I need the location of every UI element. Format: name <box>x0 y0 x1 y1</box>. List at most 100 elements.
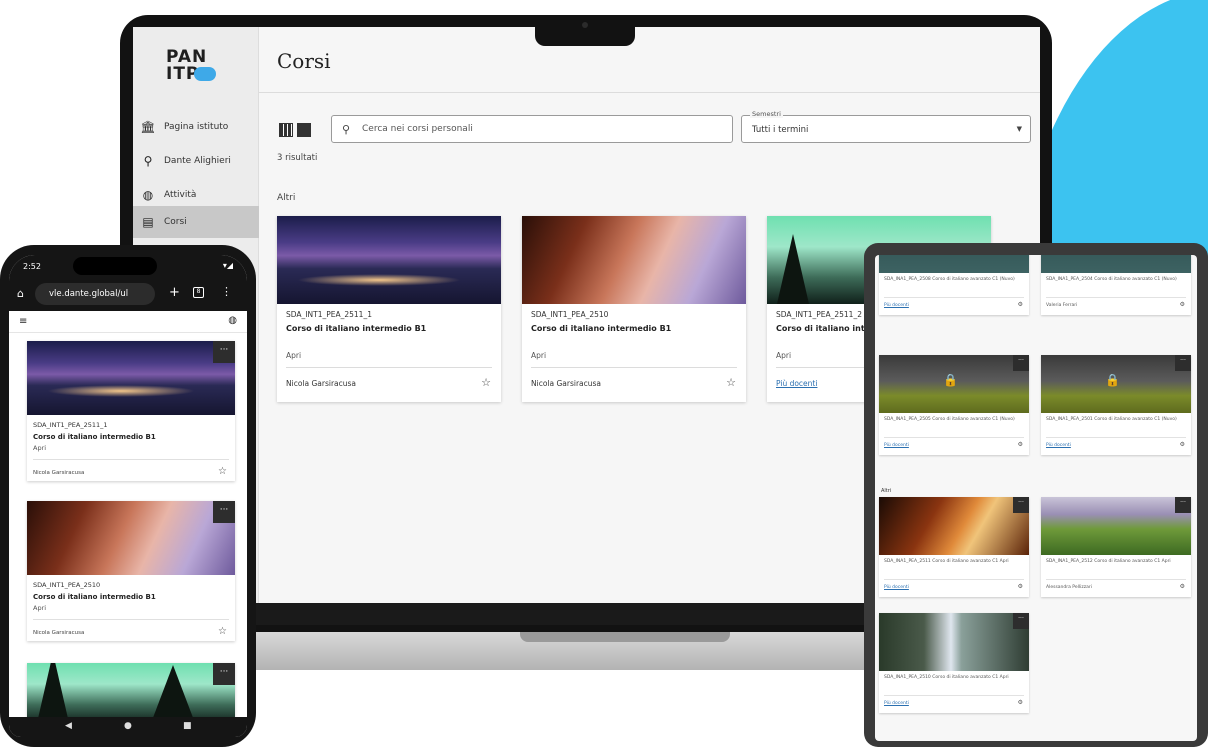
url-text: vle.dante.global/ul <box>49 289 129 299</box>
camera-icon <box>582 22 588 28</box>
search-input[interactable]: ⚲ Cerca nei corsi personali <box>331 115 733 143</box>
back-icon[interactable]: ◀ <box>65 721 72 731</box>
group-label: Altri <box>277 193 296 203</box>
recents-icon[interactable]: ■ <box>183 721 192 731</box>
course-teacher-link[interactable]: Più docenti <box>1046 443 1071 448</box>
course-card[interactable]: ··· 🔒 SDA_INA1_PEA_2505 Corso di italiano… <box>879 355 1029 455</box>
gear-icon[interactable]: ⚙ <box>1018 699 1023 706</box>
course-teacher: Nicola Garsiracusa <box>286 379 357 388</box>
gear-icon[interactable]: ⚙ <box>1180 583 1185 590</box>
more-options-button[interactable]: ··· <box>1175 497 1191 513</box>
course-teacher: Valeria Ferrari <box>1046 303 1078 308</box>
gear-icon[interactable]: ⚙ <box>1180 441 1185 448</box>
list-view-button[interactable] <box>297 123 311 137</box>
course-status: Apri <box>33 444 47 452</box>
course-card[interactable]: SDA_INT1_PEA_2510 Corso di italiano inte… <box>522 216 746 402</box>
system-nav-bar: ◀ ● ■ <box>9 717 247 737</box>
app-toolbar: ≡ ◍ <box>9 311 247 333</box>
more-options-button[interactable]: ··· <box>1013 355 1029 371</box>
course-card[interactable]: ··· SDA_INA1_PEA_2510 Corso di italiano … <box>879 613 1029 713</box>
course-image: ··· <box>27 341 235 415</box>
course-info: SDA_INA1_PEA_2505 Corso di italiano avan… <box>884 417 1015 422</box>
course-title[interactable]: Corso di italiano intermedio B1 <box>531 323 741 334</box>
divider <box>33 619 229 620</box>
course-info: SDA_INA1_PEA_2510 Corso di italiano avan… <box>884 675 1009 680</box>
more-options-button[interactable]: ··· <box>1013 613 1029 629</box>
phone-screen: 2:52 ▾◢ ⌂ vle.dante.global/ul + 8 ⋮ ≡ ◍ … <box>9 255 247 737</box>
course-card[interactable]: ··· SDA_INA1_PEA_2512 Corso di italiano … <box>1041 497 1191 597</box>
more-menu-icon[interactable]: ⋮ <box>221 285 232 298</box>
course-card[interactable]: SDA_INA1_PEA_2504 Corso di italiano avan… <box>1041 255 1191 315</box>
course-image: ··· <box>1041 497 1191 555</box>
more-options-button[interactable]: ··· <box>213 341 235 363</box>
course-card[interactable]: SDA_INT1_PEA_2511_1 Corso di italiano in… <box>277 216 501 402</box>
course-info: SDA_INA1_PEA_2508 Corso di italiano avan… <box>884 277 1015 282</box>
course-info: SDA_INA1_PEA_2504 Corso di italiano avan… <box>1046 277 1177 282</box>
url-bar[interactable]: vle.dante.global/ul <box>35 283 155 305</box>
logo[interactable]: PAN ITP <box>166 49 226 89</box>
star-icon[interactable]: ☆ <box>481 376 491 389</box>
menu-icon[interactable]: ≡ <box>19 316 27 327</box>
laptop-notch <box>535 16 635 46</box>
course-card[interactable]: ··· <box>27 663 235 723</box>
more-options-button[interactable]: ··· <box>213 663 235 685</box>
chevron-down-icon: ▼ <box>1016 125 1022 133</box>
tabs-icon[interactable]: 8 <box>193 287 204 298</box>
divider <box>1046 579 1186 580</box>
tablet-screen: SDA_INA1_PEA_2508 Corso di italiano avan… <box>875 255 1197 741</box>
course-card[interactable]: ··· SDA_INA1_PEA_2511 Corso di italiano … <box>879 497 1029 597</box>
course-image <box>277 216 501 304</box>
course-image: ··· <box>879 497 1029 555</box>
gear-icon[interactable]: ⚙ <box>1180 301 1185 308</box>
course-card[interactable]: ··· SDA_INT1_PEA_2511_1 Corso di italian… <box>27 341 235 481</box>
course-code: SDA_INT1_PEA_2511_2 <box>776 310 862 319</box>
divider <box>259 92 1040 93</box>
sidebar-item-institution[interactable]: 🏛 Pagina istituto <box>133 111 259 143</box>
divider <box>531 367 737 368</box>
star-icon[interactable]: ☆ <box>726 376 736 389</box>
grid-view-button[interactable] <box>279 123 293 137</box>
sidebar-item-courses[interactable]: ▤ Corsi <box>133 206 259 238</box>
home-icon[interactable]: ⌂ <box>17 287 24 300</box>
more-options-button[interactable]: ··· <box>1175 355 1191 371</box>
course-title[interactable]: Corso di italiano intermedio B1 <box>286 323 496 334</box>
course-card[interactable]: ··· 🔒 SDA_INA1_PEA_2501 Corso di italiano… <box>1041 355 1191 455</box>
laptop-groove <box>520 632 730 642</box>
globe-icon[interactable]: ◍ <box>228 315 237 326</box>
lock-icon: 🔒 <box>943 373 958 387</box>
course-title[interactable]: Corso di italiano intermedio B1 <box>33 593 156 601</box>
gear-icon[interactable]: ⚙ <box>1018 301 1023 308</box>
course-image <box>1041 255 1191 273</box>
device-mockup-scene: PAN ITP 🏛 Pagina istituto ⚲ Dante Alighi… <box>0 0 1208 747</box>
course-title[interactable]: Corso di italiano intermedio B1 <box>33 433 156 441</box>
semester-value: Tutti i termini <box>752 125 809 135</box>
course-teacher: Nicola Garsiracusa <box>33 470 85 476</box>
gear-icon[interactable]: ⚙ <box>1018 441 1023 448</box>
course-teacher-link[interactable]: Più docenti <box>776 379 817 388</box>
new-tab-icon[interactable]: + <box>169 285 180 300</box>
sidebar-item-profile[interactable]: ⚲ Dante Alighieri <box>133 145 259 177</box>
course-teacher-link[interactable]: Più docenti <box>884 585 909 590</box>
star-icon[interactable]: ☆ <box>218 626 227 637</box>
course-teacher-link[interactable]: Più docenti <box>884 303 909 308</box>
more-options-button[interactable]: ··· <box>213 501 235 523</box>
home-button-icon[interactable]: ● <box>124 721 132 731</box>
globe-icon: ◍ <box>142 188 154 202</box>
course-teacher-link[interactable]: Più docenti <box>884 701 909 706</box>
course-teacher-link[interactable]: Più docenti <box>884 443 909 448</box>
semester-select[interactable]: Semestri Tutti i termini ▼ <box>741 110 1031 143</box>
course-card[interactable]: SDA_INA1_PEA_2508 Corso di italiano avan… <box>879 255 1029 315</box>
star-icon[interactable]: ☆ <box>218 466 227 477</box>
sidebar-item-label: Attività <box>164 190 197 200</box>
gear-icon[interactable]: ⚙ <box>1018 583 1023 590</box>
sidebar-item-label: Dante Alighieri <box>164 156 231 166</box>
course-card[interactable]: ··· SDA_INT1_PEA_2510 Corso di italiano … <box>27 501 235 641</box>
divider <box>286 367 492 368</box>
divider <box>884 695 1024 696</box>
browser-toolbar: ⌂ vle.dante.global/ul + 8 ⋮ <box>9 277 247 311</box>
logo-mark <box>194 67 216 81</box>
signal-icon: ▾◢ <box>222 261 233 270</box>
results-count: 3 risultati <box>277 153 318 163</box>
divider <box>884 437 1024 438</box>
more-options-button[interactable]: ··· <box>1013 497 1029 513</box>
